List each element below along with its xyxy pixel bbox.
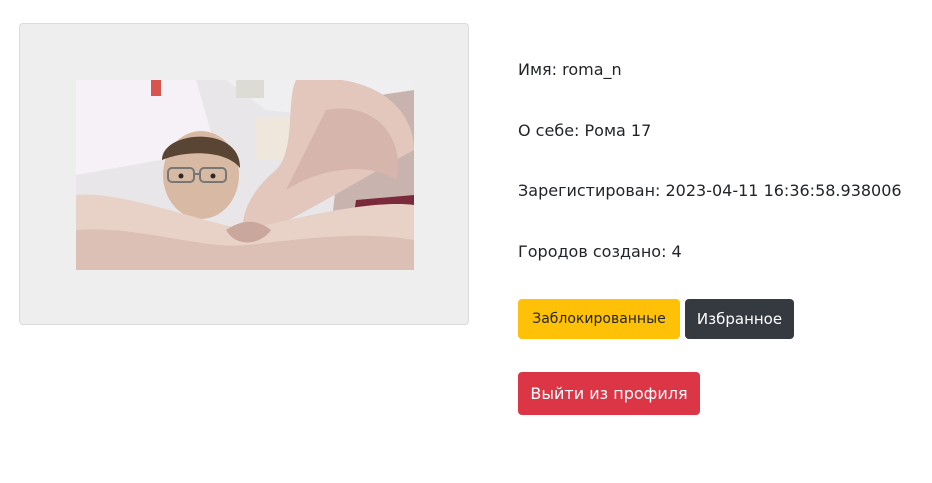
favorites-button[interactable]: Избранное: [685, 299, 794, 339]
profile-photo: [76, 80, 414, 270]
profile-registered: Зарегистирован: 2023-04-11 16:36:58.9380…: [518, 181, 902, 200]
profile-cities-count: Городов создано: 4: [518, 242, 682, 261]
logout-button[interactable]: Выйти из профиля: [518, 372, 700, 415]
profile-about: О себе: Рома 17: [518, 121, 652, 140]
blocked-button[interactable]: Заблокированные: [518, 299, 680, 339]
profile-name: Имя: roma_n: [518, 60, 622, 79]
profile-photo-card: [19, 23, 469, 325]
